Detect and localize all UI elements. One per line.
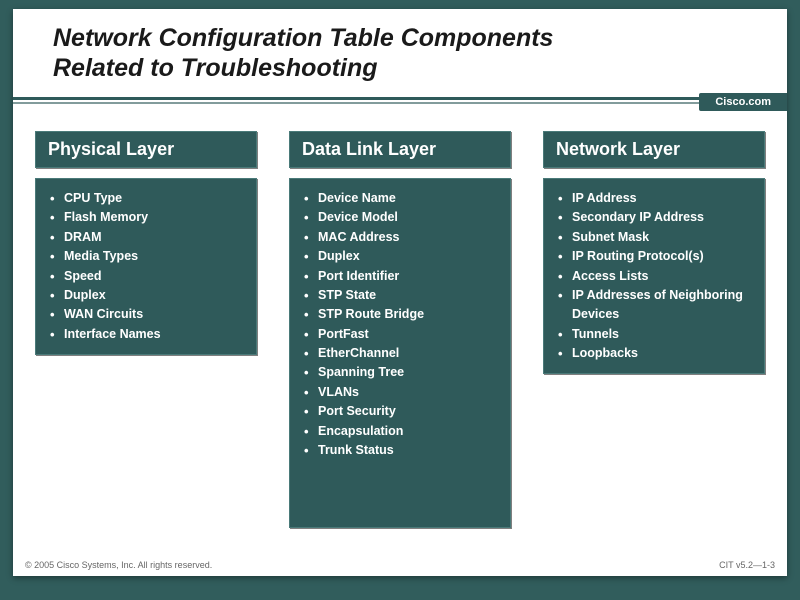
list-item: Port Identifier: [304, 267, 502, 286]
column-header: Data Link Layer: [289, 131, 511, 168]
list-item: Subnet Mask: [558, 228, 756, 247]
slide-title: Network Configuration Table Components R…: [53, 23, 747, 83]
list-item: Interface Names: [50, 325, 248, 344]
list-item: Port Security: [304, 402, 502, 421]
column-header: Network Layer: [543, 131, 765, 168]
columns-container: Physical Layer CPU Type Flash Memory DRA…: [13, 115, 787, 528]
list-item: IP Address: [558, 189, 756, 208]
list-item: Access Lists: [558, 267, 756, 286]
list-item: STP Route Bridge: [304, 305, 502, 324]
list-item: MAC Address: [304, 228, 502, 247]
list-item: Duplex: [50, 286, 248, 305]
list-item: Speed: [50, 267, 248, 286]
title-block: Network Configuration Table Components R…: [13, 9, 787, 89]
list-item: Duplex: [304, 247, 502, 266]
list-item: PortFast: [304, 325, 502, 344]
list-item: Secondary IP Address: [558, 208, 756, 227]
column-body: CPU Type Flash Memory DRAM Media Types S…: [35, 178, 257, 355]
list-item: VLANs: [304, 383, 502, 402]
list-item: Trunk Status: [304, 441, 502, 460]
list-item: Encapsulation: [304, 422, 502, 441]
list-item: IP Addresses of Neighboring Devices: [558, 286, 756, 325]
list-item: Loopbacks: [558, 344, 756, 363]
list-item: Flash Memory: [50, 208, 248, 227]
list-item: IP Routing Protocol(s): [558, 247, 756, 266]
slide-card: Network Configuration Table Components R…: [13, 9, 787, 576]
divider-bar: Cisco.com: [13, 93, 787, 115]
column-body: Device Name Device Model MAC Address Dup…: [289, 178, 511, 528]
list-item: Media Types: [50, 247, 248, 266]
list-item: STP State: [304, 286, 502, 305]
column-physical-layer: Physical Layer CPU Type Flash Memory DRA…: [35, 131, 257, 355]
list-item: CPU Type: [50, 189, 248, 208]
list-item: EtherChannel: [304, 344, 502, 363]
list-item: DRAM: [50, 228, 248, 247]
list-item: Device Name: [304, 189, 502, 208]
list-item: Tunnels: [558, 325, 756, 344]
column-network-layer: Network Layer IP Address Secondary IP Ad…: [543, 131, 765, 374]
list-item: Device Model: [304, 208, 502, 227]
brand-tab: Cisco.com: [699, 93, 787, 111]
list-item: WAN Circuits: [50, 305, 248, 324]
footer-copyright: © 2005 Cisco Systems, Inc. All rights re…: [25, 560, 212, 570]
column-data-link-layer: Data Link Layer Device Name Device Model…: [289, 131, 511, 528]
title-line-1: Network Configuration Table Components: [53, 24, 553, 52]
list-item: Spanning Tree: [304, 363, 502, 382]
title-line-2: Related to Troubleshooting: [53, 54, 378, 82]
footer-slideref: CIT v5.2—1-3: [719, 560, 775, 570]
column-header: Physical Layer: [35, 131, 257, 168]
column-body: IP Address Secondary IP Address Subnet M…: [543, 178, 765, 374]
